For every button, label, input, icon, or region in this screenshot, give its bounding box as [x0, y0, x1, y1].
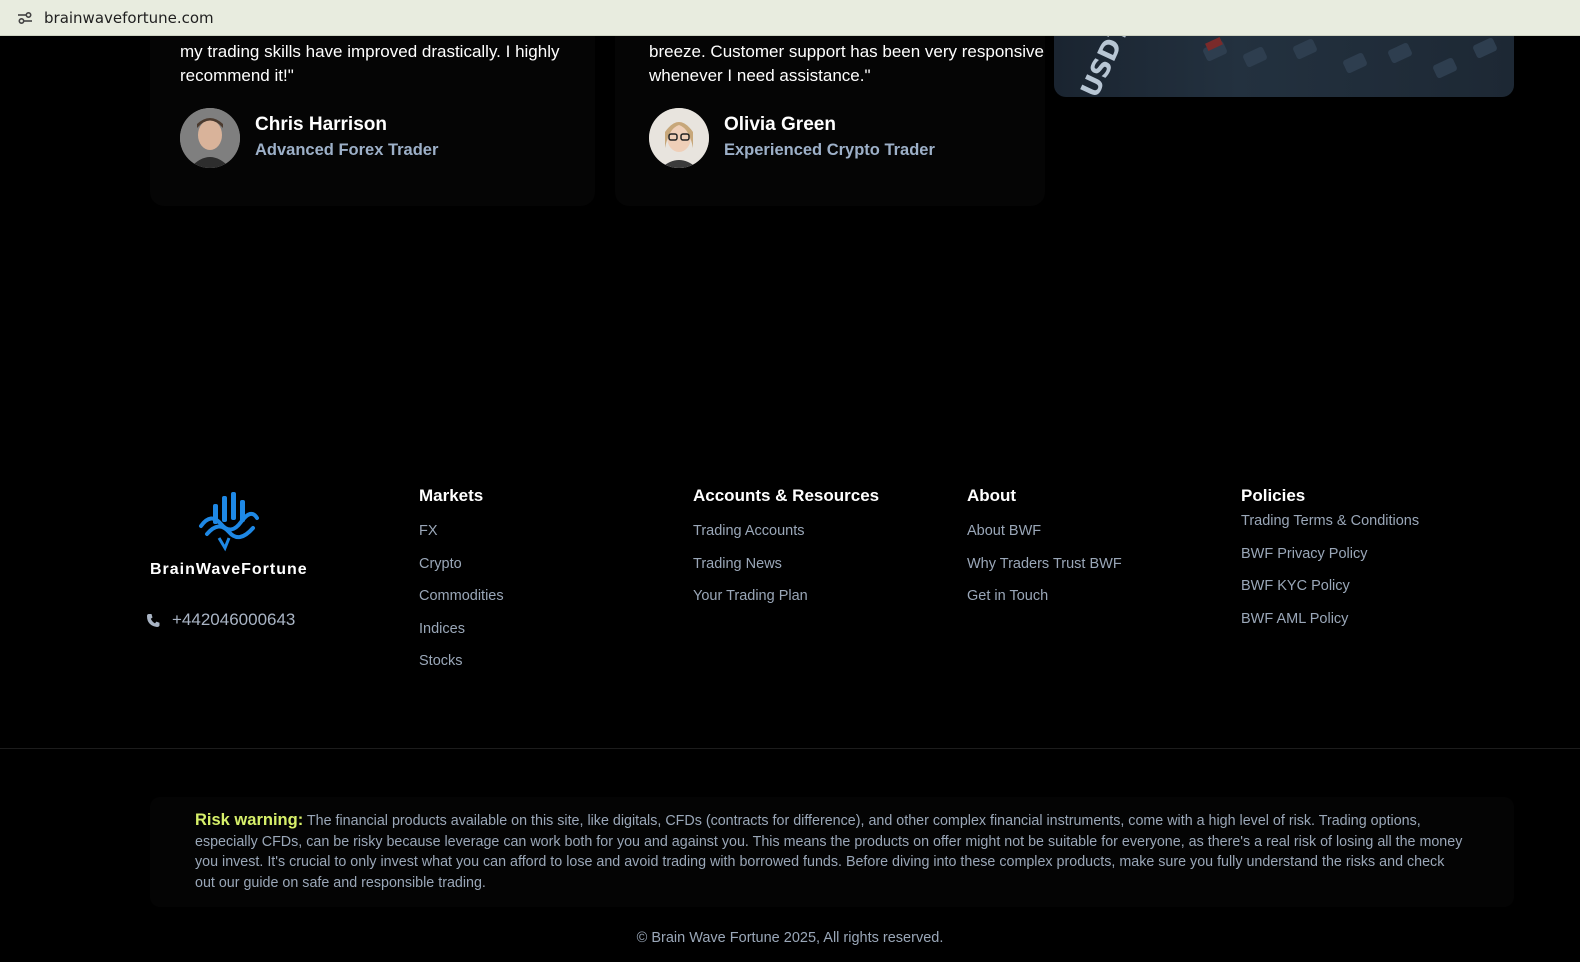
footer-column-accounts: Accounts & Resources Trading Accounts Tr…: [693, 486, 879, 620]
testimonial-quote: breeze. Customer support has been very r…: [649, 42, 1044, 85]
column-title: About: [967, 486, 1017, 505]
risk-warning-label: Risk warning:: [195, 811, 304, 829]
brainwave-logo-icon: [198, 492, 259, 552]
footer-link-commodities[interactable]: Commodities: [419, 587, 504, 605]
footer-link-get-in-touch[interactable]: Get in Touch: [967, 587, 1122, 605]
footer-link-crypto[interactable]: Crypto: [419, 555, 504, 573]
hero-watermark: USDT: [1076, 36, 1137, 97]
footer-link-trading-plan[interactable]: Your Trading Plan: [693, 587, 879, 605]
footer-logo[interactable]: BrainWaveFortune: [150, 490, 308, 579]
author-name: Olivia Green: [724, 114, 836, 135]
logo-text: BrainWaveFortune: [150, 561, 308, 578]
footer-column-about: About About BWF Why Traders Trust BWF Ge…: [967, 486, 1122, 620]
footer-link-fx[interactable]: FX: [419, 522, 504, 540]
phone-number[interactable]: +442046000643: [172, 610, 295, 630]
avatar: [649, 108, 709, 168]
author-role: Experienced Crypto Trader: [724, 141, 935, 159]
footer-column-policies: Policies Trading Terms & Conditions BWF …: [1241, 486, 1419, 642]
author-name: Chris Harrison: [255, 114, 387, 135]
testimonial-author: Olivia Green Experienced Crypto Trader: [649, 108, 1049, 168]
avatar: [180, 108, 240, 168]
footer-column-markets: Markets FX Crypto Commodities Indices St…: [419, 486, 504, 685]
site-settings-icon[interactable]: [16, 9, 34, 27]
author-role: Advanced Forex Trader: [255, 141, 439, 159]
footer-divider: [0, 748, 1580, 749]
testimonial-quote: my trading skills have improved drastica…: [180, 42, 560, 85]
column-title: Markets: [419, 486, 484, 505]
browser-address-bar[interactable]: brainwavefortune.com: [0, 0, 1580, 36]
copyright: © Brain Wave Fortune 2025, All rights re…: [636, 930, 944, 946]
risk-warning: Risk warning: The financial products ava…: [195, 810, 1465, 893]
footer-link-indices[interactable]: Indices: [419, 620, 504, 638]
column-title: Policies: [1241, 486, 1306, 505]
footer-link-about-bwf[interactable]: About BWF: [967, 522, 1122, 540]
footer-link-stocks[interactable]: Stocks: [419, 652, 504, 670]
footer-phone[interactable]: +442046000643: [146, 610, 295, 630]
risk-warning-text: The financial products available on this…: [195, 813, 1463, 891]
footer-link-trading-news[interactable]: Trading News: [693, 555, 879, 573]
footer-link-trading-accounts[interactable]: Trading Accounts: [693, 522, 879, 540]
footer-link-aml[interactable]: BWF AML Policy: [1241, 610, 1419, 628]
crypto-keyboard-image: USDT: [1054, 36, 1514, 97]
footer-link-privacy[interactable]: BWF Privacy Policy: [1241, 545, 1419, 563]
footer-link-terms[interactable]: Trading Terms & Conditions: [1241, 512, 1419, 530]
url-text[interactable]: brainwavefortune.com: [44, 9, 214, 27]
testimonial-card: breeze. Customer support has been very r…: [649, 40, 1049, 168]
footer-link-why-trust[interactable]: Why Traders Trust BWF: [967, 555, 1122, 573]
column-title: Accounts & Resources: [693, 486, 880, 505]
testimonial-author: Chris Harrison Advanced Forex Trader: [180, 108, 580, 168]
phone-icon: [147, 613, 160, 627]
testimonial-card: my trading skills have improved drastica…: [180, 40, 580, 168]
footer-link-kyc[interactable]: BWF KYC Policy: [1241, 577, 1419, 595]
